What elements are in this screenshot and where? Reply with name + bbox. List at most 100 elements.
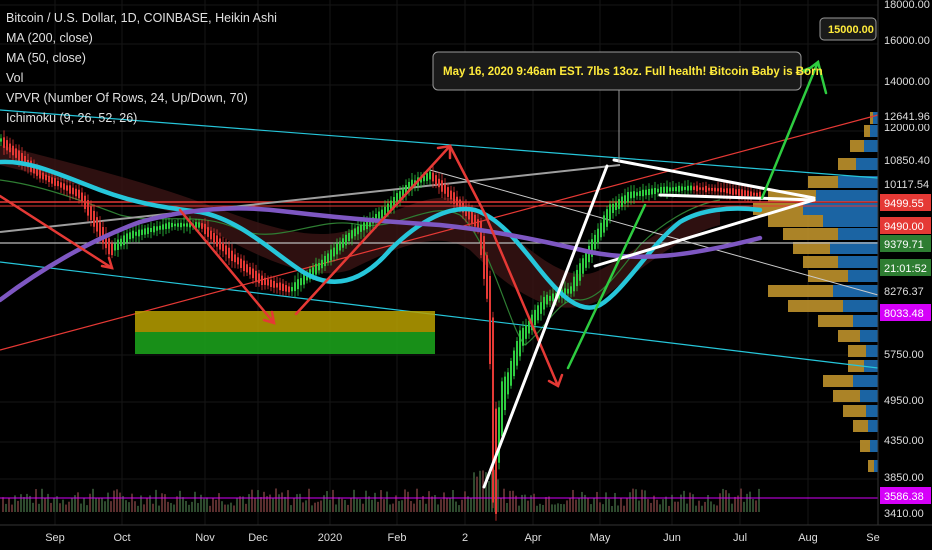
y-axis: 18000.0016000.0014000.0012000.005750.004… [877,0,932,525]
candle-body [150,227,152,233]
volume-bar [110,501,112,512]
volume-bar [404,489,406,512]
volume-bar [557,503,559,512]
candle-body [633,191,635,198]
volume-bar [326,491,328,512]
candle-body [315,263,317,275]
candle-body [729,188,731,194]
candle-body [228,247,230,259]
x-tick-label: Se [866,532,879,544]
volume-bar [161,493,163,512]
vpvr-bar-up [803,203,878,215]
volume-bar [194,491,196,512]
x-tick-label: Jun [663,532,681,544]
volume-bar [101,497,103,512]
volume-bar [47,493,49,512]
candle-body [333,247,335,257]
volume-bar [749,491,751,512]
candle-body [300,278,302,286]
candle-body [48,175,50,183]
volume-bar [740,488,742,512]
volume-bar [698,500,700,512]
volume-bar [380,490,382,512]
volume-bar [452,490,454,512]
volume-bar [308,488,310,512]
volume-bar [152,503,154,512]
candle-body [627,192,629,203]
candle-body [381,209,383,219]
volume-bar [86,505,88,512]
volume-bar [338,497,340,512]
volume-bar [464,491,466,512]
volume-bar [503,488,505,512]
candle-body [480,220,482,256]
vpvr-bar-up [833,285,878,297]
volume-bar [602,504,604,512]
candle-body [69,185,71,194]
volume-bar [416,488,418,512]
candle-body [567,288,569,294]
x-axis: Sep Oct Nov Dec 2020 Feb 2 Apr May Jun Jul Aug Se [0,524,932,550]
candle-body [90,206,92,221]
volume-bar [209,505,211,512]
volume-bar [704,501,706,512]
volume-bar [272,498,274,512]
candle-body [63,183,65,190]
volume-bar [176,496,178,512]
candle-body [510,360,512,386]
candle-body [246,264,248,273]
ichimoku-legend: Ichimoku (9, 26, 52, 26) [6,111,138,125]
volume-bar [656,499,658,512]
candle-body [705,185,707,193]
candle-body [57,180,59,187]
candle-body [51,177,53,184]
volume-bar [239,496,241,512]
candle-body [222,242,224,252]
candle-body [213,232,215,244]
y-tick-label: 3850.00 [884,472,924,484]
volume-bar [269,494,271,512]
candle-body [735,189,737,195]
candle-body [120,238,122,247]
volume-bar [533,493,535,512]
candle-body [624,195,626,204]
volume-bar [314,502,316,512]
candle-body [147,227,149,234]
volume-bar [392,503,394,512]
candle-body [60,182,62,188]
y-tick-label: 14000.00 [884,76,930,88]
volume-bar [293,497,295,512]
volume-bar [641,489,643,512]
volume-bar [419,499,421,512]
volume-bar [716,505,718,512]
volume-bar [548,496,550,512]
x-tick-label: Feb [388,532,407,544]
candle-body [135,231,137,236]
volume-bar [365,490,367,512]
candle-body [618,199,620,209]
volume-bar [578,497,580,512]
vpvr-bar-up [870,440,878,452]
vpvr-bar-down [768,285,833,297]
candle-body [0,138,2,142]
volume-bar [410,501,412,512]
volume-bar [254,497,256,512]
candle-body [84,195,86,209]
volume-bar [59,503,61,512]
volume-bar [506,502,508,512]
volume-bar [599,502,601,512]
candle-body [723,188,725,193]
candle-body [273,280,275,288]
candle-body [507,372,509,395]
vpvr-bar-up [838,228,878,240]
candle-body [171,222,173,228]
volume-bar [200,494,202,512]
candle-body [345,234,347,246]
vpvr-bar-up [838,256,878,268]
candle-body [240,258,242,268]
y-tick-label: 4350.00 [884,435,924,447]
volume-bar [572,489,574,512]
volume-bar [386,491,388,512]
candle-body [711,187,713,191]
volume-bar [188,504,190,512]
